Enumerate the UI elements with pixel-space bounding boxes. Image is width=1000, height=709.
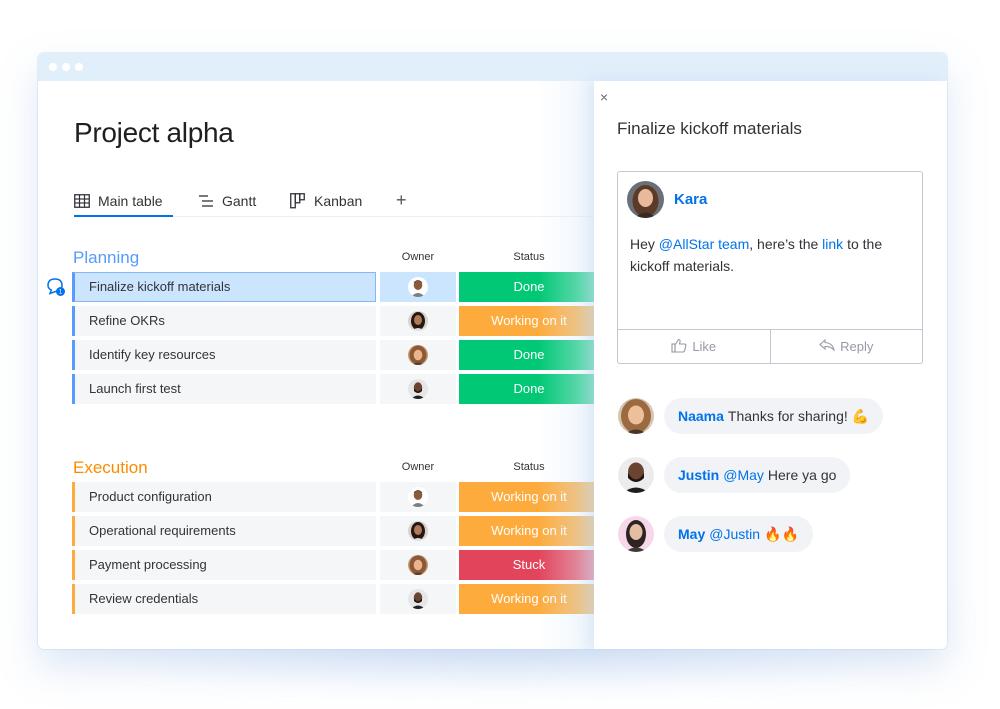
- thumbs-up-icon: [671, 338, 687, 356]
- tab-label: Main table: [98, 193, 163, 209]
- reply-item: Justin @May Here ya go: [618, 457, 851, 493]
- title-bar: [38, 53, 947, 81]
- avatar: [408, 345, 428, 365]
- post-author-name[interactable]: Kara: [674, 191, 707, 208]
- reply-mention[interactable]: @May: [723, 467, 764, 483]
- app-window: Project alpha Main table Gantt Kanban + …: [38, 53, 947, 649]
- post-text: Hey: [630, 236, 659, 252]
- table-icon: [74, 194, 90, 208]
- owner-cell[interactable]: [380, 272, 456, 302]
- reply-bubble: Justin @May Here ya go: [664, 457, 851, 493]
- status-badge[interactable]: Done: [459, 272, 599, 302]
- owner-cell[interactable]: [380, 374, 456, 404]
- item-name[interactable]: Review credentials: [72, 584, 376, 614]
- gantt-icon: [198, 194, 214, 208]
- reply-author[interactable]: May: [678, 526, 705, 542]
- active-tab-indicator: [74, 215, 173, 217]
- item-name[interactable]: Identify key resources: [72, 340, 376, 370]
- panel-title: Finalize kickoff materials: [617, 119, 802, 138]
- owner-cell[interactable]: [380, 306, 456, 336]
- status-badge[interactable]: Working on it: [459, 306, 599, 336]
- status-badge[interactable]: Working on it: [459, 516, 599, 546]
- reply-author[interactable]: Justin: [678, 467, 719, 483]
- avatar[interactable]: [627, 181, 664, 218]
- post-actions: Like Reply: [618, 329, 922, 363]
- avatar: [408, 555, 428, 575]
- window-control-dot[interactable]: [62, 63, 70, 71]
- reply-mention[interactable]: @Justin: [709, 526, 760, 542]
- reply-label: Reply: [840, 339, 874, 354]
- avatar: [408, 379, 428, 399]
- updates-bubble-icon[interactable]: 1: [46, 277, 66, 297]
- reply-text: 🔥🔥: [764, 525, 799, 542]
- close-icon[interactable]: ×: [600, 89, 614, 105]
- status-badge[interactable]: Done: [459, 374, 599, 404]
- group-title-planning: Planning: [73, 248, 140, 267]
- reply-item: Naama Thanks for sharing! 💪: [618, 398, 884, 434]
- reply-arrow-icon: [819, 338, 836, 354]
- page-title: Project alpha: [74, 117, 234, 148]
- update-post: Kara Hey @AllStar team, here’s the link …: [617, 171, 923, 364]
- item-name[interactable]: Payment processing: [72, 550, 376, 580]
- tab-main-table[interactable]: Main table: [74, 193, 163, 209]
- owner-cell[interactable]: [380, 516, 456, 546]
- owner-cell[interactable]: [380, 340, 456, 370]
- avatar[interactable]: [618, 398, 654, 434]
- tab-gantt[interactable]: Gantt: [198, 193, 256, 209]
- column-header-owner: Owner: [401, 251, 435, 263]
- avatar[interactable]: [618, 457, 654, 493]
- status-badge[interactable]: Stuck: [459, 550, 599, 580]
- owner-cell[interactable]: [380, 482, 456, 512]
- avatar[interactable]: [618, 516, 654, 552]
- window-control-dot[interactable]: [75, 63, 83, 71]
- avatar: [408, 487, 428, 507]
- post-text: , here’s the: [749, 236, 823, 252]
- reply-text: Thanks for sharing! 💪: [727, 407, 870, 424]
- mention-link[interactable]: @AllStar team: [659, 236, 749, 252]
- tab-kanban[interactable]: Kanban: [290, 193, 362, 209]
- post-author: Kara: [627, 181, 707, 218]
- column-header-owner: Owner: [401, 461, 435, 473]
- group-title-execution: Execution: [73, 458, 148, 477]
- item-name[interactable]: Operational requirements: [72, 516, 376, 546]
- owner-cell[interactable]: [380, 584, 456, 614]
- item-name[interactable]: Launch first test: [72, 374, 376, 404]
- column-header-status: Status: [513, 251, 545, 263]
- like-button[interactable]: Like: [618, 330, 770, 363]
- avatar: [408, 277, 428, 297]
- post-body: Hey @AllStar team, here’s the link to th…: [630, 233, 912, 277]
- view-tabs: Main table Gantt Kanban +: [74, 189, 614, 217]
- avatar: [408, 311, 428, 331]
- materials-link[interactable]: link: [822, 236, 843, 252]
- owner-cell[interactable]: [380, 550, 456, 580]
- item-name[interactable]: Finalize kickoff materials: [72, 272, 376, 302]
- status-badge[interactable]: Working on it: [459, 482, 599, 512]
- avatar: [408, 589, 428, 609]
- status-badge[interactable]: Working on it: [459, 584, 599, 614]
- avatar: [408, 521, 428, 541]
- reply-item: May @Justin 🔥🔥: [618, 516, 813, 552]
- column-header-status: Status: [513, 461, 545, 473]
- reply-author[interactable]: Naama: [678, 408, 724, 424]
- tab-label: Gantt: [222, 193, 257, 209]
- reply-button[interactable]: Reply: [769, 330, 923, 363]
- item-name[interactable]: Product configuration: [72, 482, 376, 512]
- plus-icon: +: [396, 190, 407, 210]
- window-control-dot[interactable]: [49, 63, 57, 71]
- status-badge[interactable]: Done: [459, 340, 599, 370]
- add-view-button[interactable]: +: [396, 190, 407, 211]
- tab-label: Kanban: [314, 193, 363, 209]
- reply-bubble: May @Justin 🔥🔥: [664, 516, 813, 552]
- like-label: Like: [692, 339, 717, 354]
- kanban-icon: [290, 193, 306, 209]
- item-name[interactable]: Refine OKRs: [72, 306, 376, 336]
- reply-bubble: Naama Thanks for sharing! 💪: [664, 398, 884, 434]
- item-detail-panel: × Finalize kickoff materials Kara Hey @A…: [594, 81, 947, 649]
- reply-text: Here ya go: [767, 467, 837, 483]
